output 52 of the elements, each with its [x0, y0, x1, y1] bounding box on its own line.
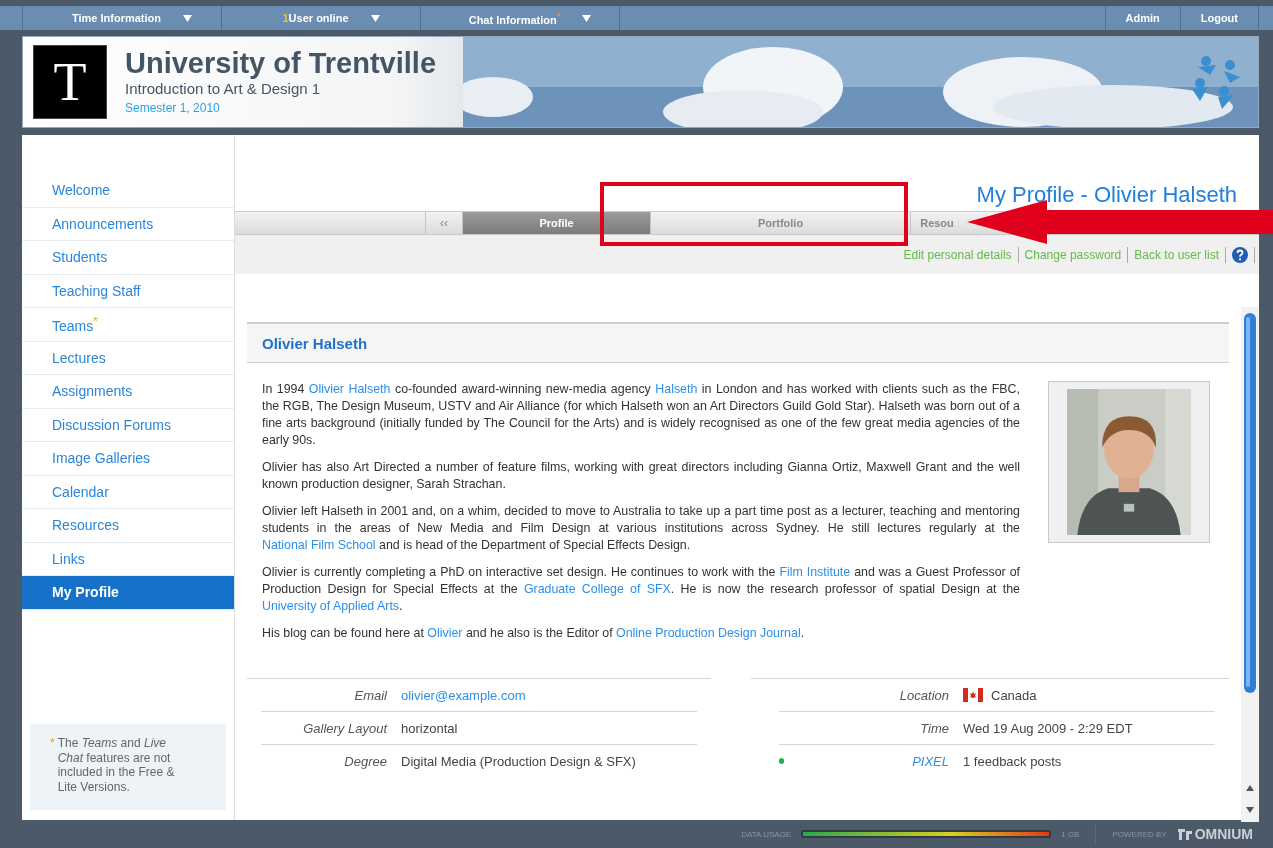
text-link[interactable]: Olivier [427, 626, 463, 640]
caret-icon [183, 14, 192, 22]
field-label: Email [353, 687, 387, 703]
text-link[interactable]: National Film School [262, 538, 376, 552]
bio-paragraph: In 1994 Olivier Halseth co-founded award-winning new-media agency Halseth in London and has worked with clients such as the FBC, the RGB, The Design Museum, USTV and Air Alliance (for which Halseth won an Art Directors Guild Gold Star). Halseth was born out of a fine arts background (initially funded by The Council for the Arts) and is widely recognised as one of the few great media agencies of the early 90s. [262, 381, 1020, 449]
action-link[interactable]: Change password [1024, 247, 1122, 262]
site-title: University of Trentville [125, 47, 437, 79]
semester-label: Semester 1, 2010 [125, 100, 221, 117]
brand-name: OMNIUM [1194, 826, 1253, 842]
bio-paragraph: Olivier has also Art Directed a number of feature films, working with great directors including Gianna Ortiz, Maxwell Grant and the well known production designer, Sarah Strachan. [262, 459, 1020, 493]
text-link[interactable]: Halseth [655, 382, 698, 396]
menu-dropdown[interactable]: Time Information [23, 6, 222, 30]
text-link[interactable]: Graduate College of SFX [523, 582, 671, 596]
label-link[interactable]: PIXEL [794, 753, 949, 769]
tab[interactable]: Profile [463, 212, 651, 234]
profile-name: Olivier Halseth [262, 334, 368, 352]
tab[interactable]: Portfolio [651, 212, 911, 234]
maple-leaf-flag-icon [963, 688, 983, 702]
logo: T [33, 45, 107, 119]
nav-item[interactable]: My Profile [22, 576, 234, 610]
action-link[interactable]: Edit personal details [903, 247, 1012, 262]
bio-paragraph: Olivier is currently completing a PhD on interactive set design. He continues to work with the Film Institute and was a Guest Professor of Production Design for Special Effects at the Graduate College of SFX. He is now the research professor of spatial Design at the University of Applied Arts. [262, 564, 1020, 615]
top-bar-button[interactable]: Admin [1104, 6, 1180, 30]
caret-icon [582, 14, 592, 22]
field-label: Location [898, 687, 949, 703]
help-icon[interactable] [1232, 246, 1248, 263]
field-label: Gallery Layout [302, 720, 387, 736]
top-bar-button[interactable]: Logout [1179, 6, 1259, 30]
brand-mark-icon [1176, 827, 1193, 841]
field-value: Digital Media (Production Design & SFX) [401, 753, 636, 769]
caret-icon [370, 14, 380, 22]
field-value: Wed 19 Aug 2009 - 2:29 EDT [963, 720, 1133, 736]
field-value: 1 feedback posts [963, 753, 1062, 769]
menu-dropdown[interactable]: 1User online [222, 6, 421, 30]
field-label: Time [919, 720, 949, 736]
bio-paragraph: His blog can be found here at Olivier and he also is the Editor of Online Production Design Journal. [262, 625, 806, 642]
bio-paragraph: Olivier left Halseth in 2001 and, on a whim, decided to move to Australia to take up a part time post as a lecturer, teaching and mentoring students in the areas of New Media and Film Design at various institutions across Sydney. He still lectures regularly at the National Film School and is head of the Department of Special Effects Design. [262, 503, 1020, 554]
email-link[interactable]: olivier@example.com [401, 687, 526, 703]
text-link[interactable]: Online Production Design Journal [616, 626, 801, 640]
course-title: Introduction to Art & Design 1 [125, 79, 322, 99]
text-link[interactable]: Film Institute [779, 565, 851, 579]
field-label: Degree [343, 753, 387, 769]
asterisk: * [50, 736, 55, 750]
tab[interactable]: Resou [911, 212, 963, 234]
field-value: Canada [991, 687, 1037, 703]
text-link[interactable]: Olivier Halseth [308, 382, 391, 396]
menu-dropdown[interactable]: Chat Information$^{*}$ [421, 6, 620, 30]
note-text: The Teams and Live Chat features are not included in the Free & Lite Versions. [57, 736, 176, 794]
page-title: My Profile - Olivier Halseth [976, 182, 1237, 208]
scrollbar[interactable] [1241, 307, 1259, 822]
field-value: horizontal [401, 720, 458, 736]
action-link[interactable]: Back to user list [1134, 247, 1219, 262]
